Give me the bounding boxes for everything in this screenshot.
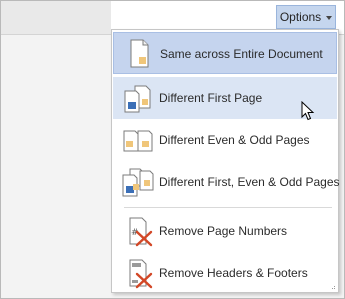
menu-item-remove-headers-footers[interactable]: Remove Headers & Footers <box>113 252 337 294</box>
menu-item-label: Different First, Even & Odd Pages <box>159 175 340 189</box>
menu-item-label: Same across Entire Document <box>160 47 323 61</box>
options-dropdown-menu: Same across Entire Document Different Fi… <box>111 29 340 294</box>
menu-separator <box>124 207 332 208</box>
different-first-page-icon <box>121 82 155 114</box>
ribbon-left-area <box>1 1 111 34</box>
remove-headers-footers-icon <box>121 257 155 289</box>
menu-item-remove-page-numbers[interactable]: # Remove Page Numbers <box>113 210 337 252</box>
different-even-odd-icon <box>121 124 155 156</box>
options-label: Options <box>279 10 322 24</box>
menu-item-label: Remove Page Numbers <box>159 224 288 238</box>
different-first-even-odd-icon <box>121 166 155 198</box>
same-across-document-icon <box>122 38 156 70</box>
resize-grip-icon[interactable] <box>330 284 336 290</box>
chevron-down-icon <box>326 16 333 20</box>
menu-item-same-across-entire-document[interactable]: Same across Entire Document <box>113 32 337 74</box>
menu-item-different-even-odd-pages[interactable]: Different Even & Odd Pages <box>113 119 337 161</box>
remove-page-numbers-icon: # <box>121 215 155 247</box>
menu-item-label: Different First Page <box>159 91 263 105</box>
mouse-pointer-icon <box>301 101 315 121</box>
menu-item-label: Remove Headers & Footers <box>159 266 308 280</box>
options-button[interactable]: Options <box>276 5 336 29</box>
menu-item-different-first-even-odd-pages[interactable]: Different First, Even & Odd Pages <box>113 161 340 203</box>
menu-item-label: Different Even & Odd Pages <box>159 133 310 147</box>
